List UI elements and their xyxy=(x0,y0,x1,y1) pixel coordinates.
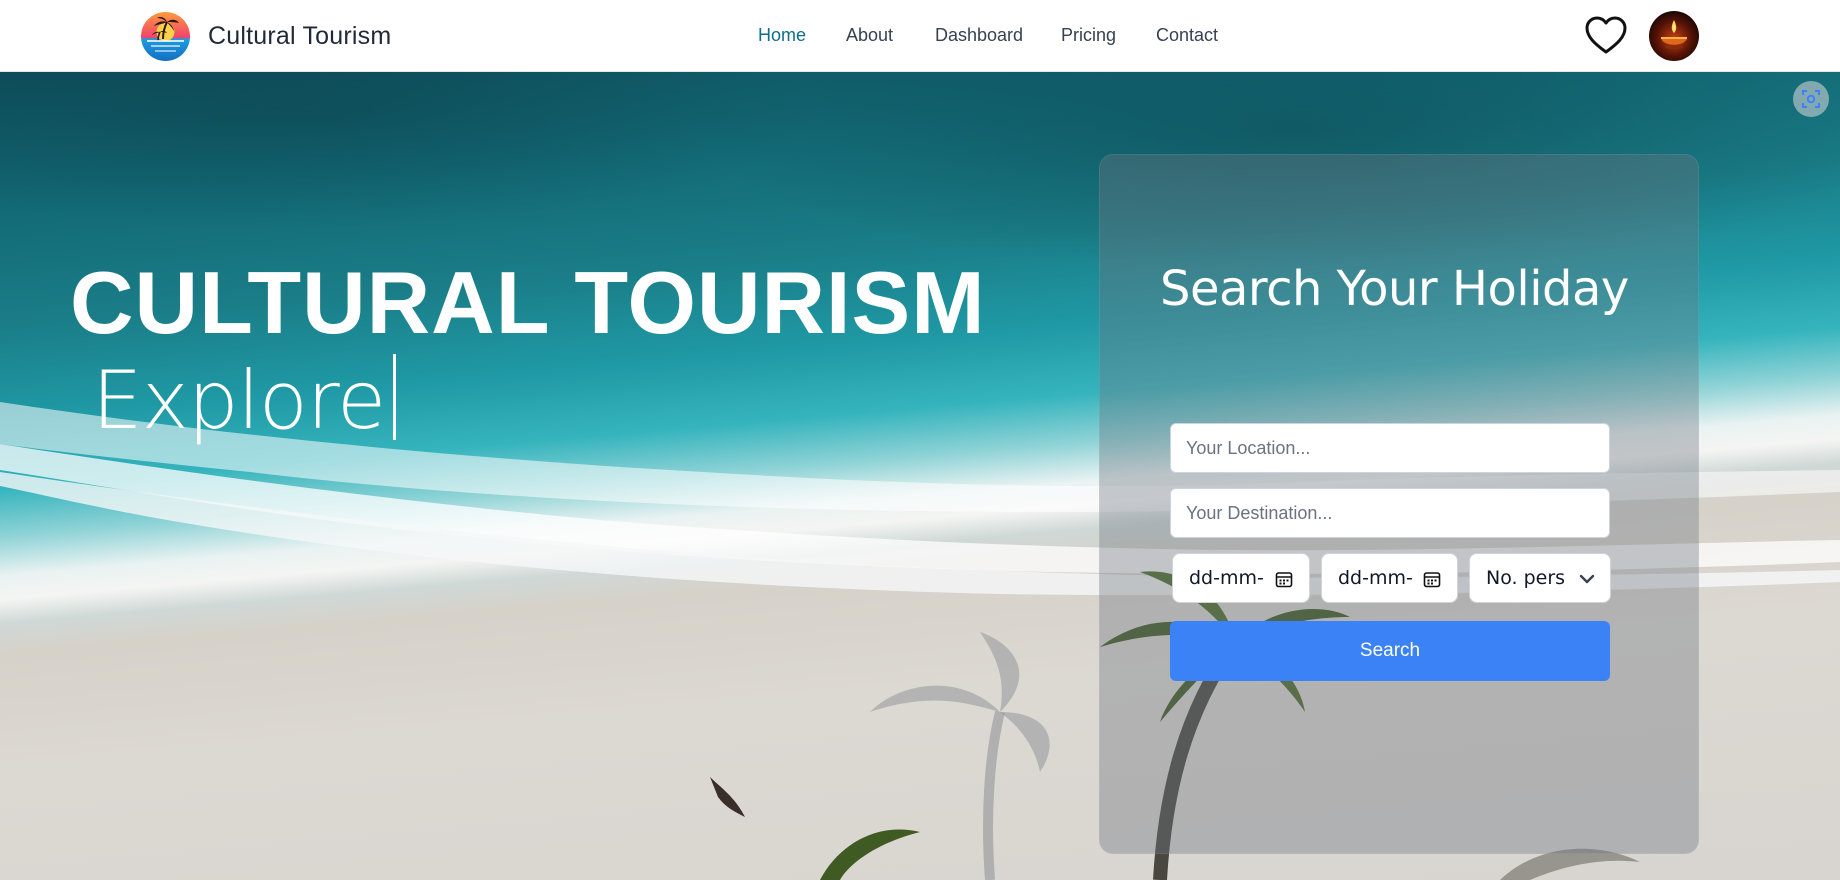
destination-input[interactable] xyxy=(1170,488,1610,538)
chevron-down-icon xyxy=(1579,574,1595,584)
diya-lamp-icon xyxy=(1661,20,1687,49)
hero-typed-text: Explore xyxy=(92,354,397,447)
nav-dashboard[interactable]: Dashboard xyxy=(935,25,1023,46)
screenshot-capture-icon[interactable] xyxy=(1793,81,1829,117)
persons-select-value: No. pers xyxy=(1486,567,1566,589)
brand[interactable]: Cultural Tourism xyxy=(141,11,392,61)
user-avatar[interactable] xyxy=(1649,11,1699,61)
nav-home[interactable]: Home xyxy=(758,25,806,46)
typed-word: Explore xyxy=(92,354,386,447)
search-button[interactable]: Search xyxy=(1170,621,1610,681)
calendar-icon xyxy=(1275,572,1293,588)
persons-select[interactable]: No. pers xyxy=(1469,553,1611,603)
typing-caret xyxy=(393,354,397,440)
palm-sunset-logo-icon xyxy=(141,11,190,61)
calendar-icon xyxy=(1423,572,1441,588)
nav-contact[interactable]: Contact xyxy=(1156,25,1218,46)
search-panel-title: Search Your Holiday xyxy=(1160,261,1629,317)
nav-about[interactable]: About xyxy=(846,25,893,46)
top-navbar: Cultural Tourism Home About Dashboard Pr… xyxy=(0,0,1840,72)
nav-pricing[interactable]: Pricing xyxy=(1061,25,1116,46)
favorites-heart-icon[interactable] xyxy=(1583,14,1629,56)
checkin-date-value: dd-mm- xyxy=(1189,567,1264,589)
checkout-date-input[interactable]: dd-mm- xyxy=(1321,553,1458,603)
hero-title: CULTURAL TOURISM xyxy=(70,253,986,352)
hero-section: CULTURAL TOURISM Explore Search Your Hol… xyxy=(0,72,1840,880)
checkout-date-value: dd-mm- xyxy=(1338,567,1413,589)
checkin-date-input[interactable]: dd-mm- xyxy=(1172,553,1310,603)
location-input[interactable] xyxy=(1170,423,1610,473)
search-panel: Search Your Holiday dd-mm- dd-mm- No. pe… xyxy=(1099,154,1699,854)
brand-name: Cultural Tourism xyxy=(208,21,392,50)
